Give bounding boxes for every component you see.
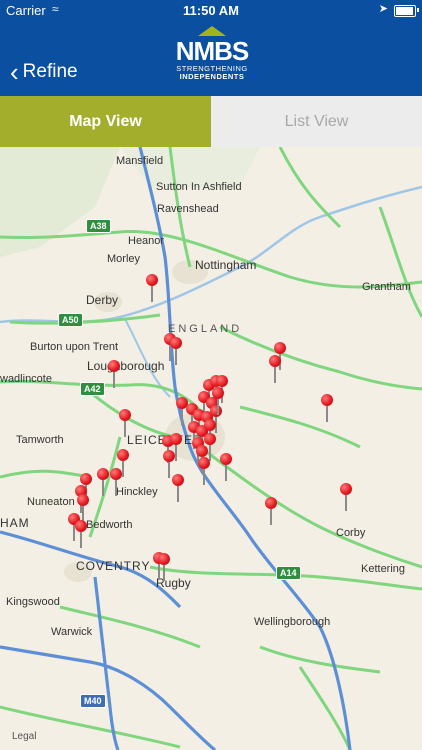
view-tabs: Map View List View	[0, 96, 422, 147]
location-pin-icon[interactable]	[110, 468, 122, 496]
tab-list-view[interactable]: List View	[211, 96, 422, 147]
clock: 11:50 AM	[183, 3, 239, 18]
logo-roof	[198, 26, 226, 36]
logo-strapline-2: INDEPENDENTS	[179, 72, 245, 81]
place-label: Mansfield	[116, 155, 164, 167]
tab-map-view[interactable]: Map View	[0, 96, 211, 147]
status-bar: Carrier ≈ 11:50 AM ➤	[0, 0, 422, 20]
region-label: ENGLAND	[168, 323, 243, 335]
location-pin-icon[interactable]	[75, 520, 87, 548]
place-label: Morley	[107, 253, 141, 265]
road-shield: M40	[80, 694, 106, 708]
location-pin-icon[interactable]	[198, 457, 210, 485]
location-pin-icon[interactable]	[321, 394, 333, 422]
location-pin-icon[interactable]	[119, 409, 131, 437]
place-label: Bedworth	[86, 519, 133, 531]
place-label: Warwick	[51, 626, 93, 638]
battery-icon	[394, 5, 416, 17]
place-label: Burton upon Trent	[30, 341, 119, 353]
location-pin-icon[interactable]	[212, 387, 224, 415]
place-label: Wellingborough	[254, 616, 331, 628]
map-base	[0, 147, 422, 750]
nmbs-logo: NMBS STRENGTHENING INDEPENDENTS	[168, 26, 256, 82]
place-label: Kettering	[361, 563, 406, 575]
location-pin-icon[interactable]	[220, 453, 232, 481]
place-label: Hinckley	[116, 486, 158, 498]
location-pin-icon[interactable]	[170, 337, 182, 365]
location-pin-icon[interactable]	[210, 405, 222, 433]
location-pin-icon[interactable]	[97, 468, 109, 496]
place-label: Loughborough	[87, 359, 165, 373]
battery-tip	[417, 8, 419, 12]
location-pin-icon[interactable]	[77, 494, 89, 522]
location-arrow-icon: ➤	[378, 3, 388, 15]
place-label: Nottingham	[195, 258, 257, 272]
chevron-left-icon: ‹	[10, 57, 19, 87]
location-pin-icon[interactable]	[274, 342, 286, 370]
location-pin-icon[interactable]	[216, 375, 228, 403]
place-label: COVENTRY	[76, 559, 151, 573]
location-pin-icon[interactable]	[146, 274, 158, 302]
location-pin-icon[interactable]	[80, 473, 92, 501]
location-pin-icon[interactable]	[108, 360, 120, 388]
location-pin-icon[interactable]	[172, 474, 184, 502]
location-pin-icon[interactable]	[204, 419, 216, 447]
place-label: wadlincote	[0, 373, 52, 385]
road-shield: A42	[80, 382, 105, 396]
location-pin-icon[interactable]	[269, 355, 281, 383]
place-label: Tamworth	[16, 434, 64, 446]
location-pin-icon[interactable]	[163, 450, 175, 478]
place-label: Corby	[336, 527, 366, 539]
place-label: Nuneaton	[27, 496, 75, 508]
place-label: Heanor	[128, 235, 165, 247]
place-label: Ravenshead	[157, 203, 219, 215]
place-label: Rugby	[156, 576, 191, 590]
location-pin-icon[interactable]	[265, 497, 277, 525]
place-label: Grantham	[362, 281, 411, 293]
logo-letters: NMBS	[175, 36, 250, 66]
road-shield: A50	[58, 313, 83, 327]
back-label: Refine	[22, 61, 78, 82]
place-label: Sutton In Ashfield	[156, 181, 242, 193]
location-pin-icon[interactable]	[340, 483, 352, 511]
road-shield: A38	[86, 219, 111, 233]
map-view[interactable]: ENGLAND Mansfield Sutton In Ashfield Rav…	[0, 147, 422, 750]
place-label: HAM	[0, 516, 30, 530]
location-pin-icon[interactable]	[196, 445, 208, 473]
map-legal-link[interactable]: Legal	[12, 731, 36, 742]
location-pin-icon[interactable]	[117, 449, 129, 477]
road-shield: A14	[276, 566, 301, 580]
refine-back-button[interactable]: ‹ Refine	[10, 59, 78, 85]
place-label: Kingswood	[6, 596, 60, 608]
location-pin-icon[interactable]	[204, 433, 216, 461]
place-label: Derby	[86, 293, 119, 307]
location-pin-icon[interactable]	[158, 553, 170, 581]
nav-bar: ‹ Refine NMBS STRENGTHENING INDEPENDENTS	[0, 20, 422, 96]
location-pin-icon[interactable]	[170, 433, 182, 461]
